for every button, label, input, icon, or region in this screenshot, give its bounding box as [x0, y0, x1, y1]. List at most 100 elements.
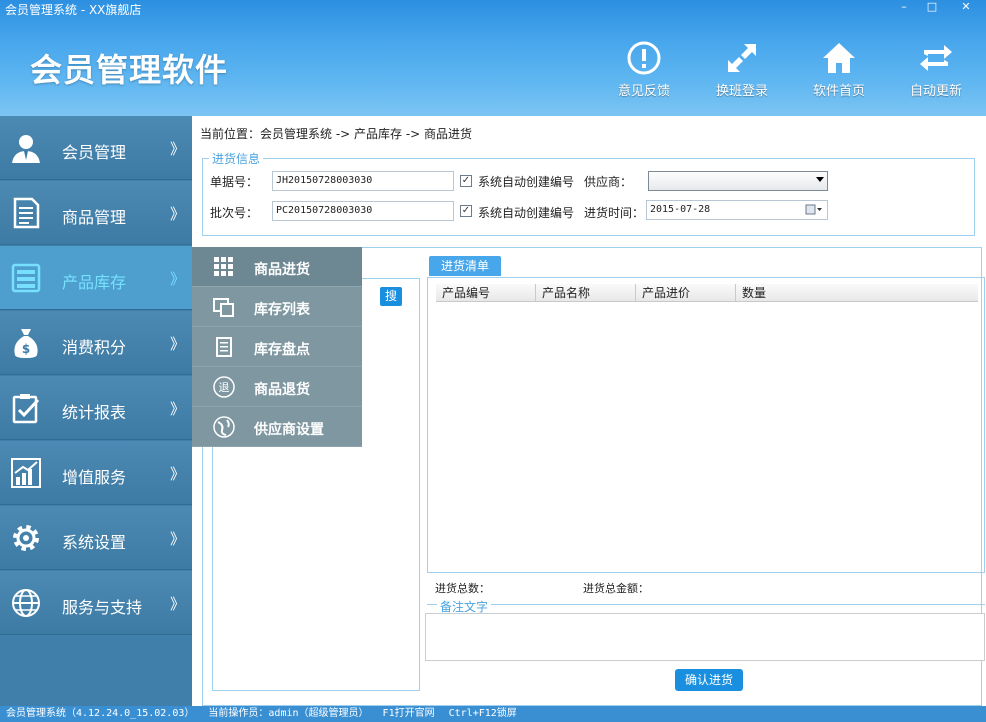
sidebar-item-label: 增值服务 — [62, 468, 127, 487]
feedback-label: 意见反馈 — [617, 84, 670, 99]
windows-icon — [213, 298, 234, 317]
chevron-down-icon — [816, 177, 824, 182]
chevron-right-icon: 》 — [170, 465, 186, 483]
total-amount-label: 进货总金额： — [583, 582, 649, 595]
total-quantity-label: 进货总数： — [435, 582, 490, 595]
order-no-field[interactable]: JH20150728003030 — [272, 171, 454, 191]
window-controls: – □ ✕ — [890, 0, 986, 16]
order-auto-create-label: 系统自动创建编号 — [478, 175, 575, 189]
sidebar-item-settings[interactable]: 系统设置 》 — [0, 506, 192, 570]
return-circle-icon: 退 — [213, 376, 235, 398]
minimize-button[interactable]: – — [890, 0, 918, 16]
home-label: 软件首页 — [812, 84, 865, 99]
sidebar-item-label: 服务与支持 — [62, 598, 143, 617]
grid-header: 产品编号 产品名称 产品进价 数量 — [436, 284, 978, 302]
chevron-right-icon: 》 — [170, 205, 186, 223]
sidebar-item-label: 产品库存 — [62, 273, 127, 292]
status-hotkey-lock: Ctrl+F12锁屏 — [448, 708, 517, 719]
supplier-select[interactable] — [648, 171, 828, 191]
purchase-time-label: 进货时间： — [584, 206, 645, 220]
batch-auto-create-label: 系统自动创建编号 — [478, 206, 575, 220]
auto-update-button[interactable]: 自动更新 — [896, 40, 976, 99]
globe-icon — [12, 589, 40, 617]
auto-update-label: 自动更新 — [909, 84, 962, 99]
batch-no-field[interactable]: PC20150728003030 — [272, 201, 454, 221]
submenu-item-label: 供应商设置 — [254, 422, 324, 438]
document-icon — [13, 197, 40, 229]
status-hotkey-website: F1打开官网 — [382, 708, 435, 719]
sidebar-item-reports[interactable]: 统计报表 》 — [0, 376, 192, 440]
submenu-item-label: 库存列表 — [254, 302, 310, 318]
status-operator: 当前操作员：admin（超级管理员） — [208, 708, 369, 719]
sidebar-item-label: 系统设置 — [62, 533, 127, 552]
sidebar-item-member[interactable]: 会员管理 》 — [0, 116, 192, 180]
chevron-right-icon: 》 — [170, 140, 186, 158]
sidebar: 会员管理 》 商品管理 》 产品库存 》 $ 消费积分 》 统计报表 》 增值服… — [0, 116, 192, 706]
svg-text:$: $ — [22, 342, 30, 356]
purchase-time-field[interactable]: 2015-07-28 — [646, 200, 828, 220]
batch-no-label: 批次号： — [210, 206, 259, 220]
note-divider — [427, 604, 985, 605]
status-version: 会员管理系统（4.12.24.0_15.02.03） — [6, 708, 195, 719]
search-button[interactable]: 搜 — [380, 287, 402, 306]
window-titlebar: 会员管理系统 - XX旗舰店 – □ ✕ — [0, 0, 986, 20]
sidebar-item-points[interactable]: $ 消费积分 》 — [0, 311, 192, 375]
refresh-icon — [920, 45, 952, 71]
grid-icon — [214, 257, 233, 276]
chevron-right-icon: 》 — [170, 400, 186, 418]
shift-login-label: 换班登录 — [715, 84, 768, 99]
maximize-button[interactable]: □ — [918, 0, 946, 16]
status-bar: 会员管理系统（4.12.24.0_15.02.03） 当前操作员：admin（超… — [0, 706, 986, 722]
batch-auto-create-checkbox[interactable]: ✓ — [460, 205, 472, 217]
column-quantity[interactable]: 数量 — [736, 284, 978, 302]
submenu-item-supplier[interactable]: 供应商设置 — [192, 407, 362, 447]
sidebar-item-label: 商品管理 — [62, 208, 127, 227]
order-no-label: 单据号： — [210, 175, 259, 189]
shift-login-button[interactable]: 换班登录 — [702, 40, 782, 99]
feedback-button[interactable]: 意见反馈 — [604, 40, 684, 99]
submenu-item-label: 商品进货 — [254, 262, 310, 278]
sidebar-item-label: 会员管理 — [62, 143, 127, 162]
close-button[interactable]: ✕ — [946, 0, 986, 16]
purchase-info-group: 进货信息 — [202, 150, 975, 236]
money-bag-icon: $ — [14, 329, 38, 358]
sidebar-item-goods[interactable]: 商品管理 》 — [0, 181, 192, 245]
supplier-label: 供应商： — [584, 175, 633, 189]
submenu-item-stock-check[interactable]: 库存盘点 — [192, 327, 362, 367]
window-title: 会员管理系统 - XX旗舰店 — [5, 3, 142, 17]
submenu-item-label: 库存盘点 — [254, 342, 310, 358]
inventory-submenu: 商品进货 库存列表 库存盘点 退 商品退货 供应商设置 — [192, 247, 362, 447]
order-auto-create-checkbox[interactable]: ✓ — [460, 175, 472, 187]
expand-arrows-icon — [728, 44, 756, 72]
home-button[interactable]: 软件首页 — [799, 40, 879, 99]
clipboard-check-icon — [12, 394, 40, 424]
globe-swirl-icon — [213, 416, 235, 438]
cabinet-icon — [11, 263, 41, 293]
purchase-list-grid: 产品编号 产品名称 产品进价 数量 — [427, 277, 985, 573]
home-icon — [823, 43, 855, 73]
tab-purchase-list[interactable]: 进货清单 — [429, 256, 501, 276]
submenu-item-return[interactable]: 退 商品退货 — [192, 367, 362, 407]
submenu-item-purchase[interactable]: 商品进货 — [192, 247, 362, 287]
svg-text:退: 退 — [219, 381, 230, 394]
exclamation-circle-icon — [627, 41, 661, 75]
chart-up-icon — [11, 458, 41, 488]
gear-icon — [13, 525, 39, 551]
column-product-cost[interactable]: 产品进价 — [636, 284, 736, 302]
column-product-name[interactable]: 产品名称 — [536, 284, 636, 302]
sidebar-item-support[interactable]: 服务与支持 》 — [0, 571, 192, 635]
purchase-info-legend: 进货信息 — [212, 152, 261, 166]
breadcrumb: 当前位置：会员管理系统 -> 产品库存 -> 商品进货 — [200, 127, 473, 141]
note-textarea[interactable] — [425, 613, 985, 661]
sidebar-item-label: 消费积分 — [62, 338, 127, 357]
calendar-dropdown-icon[interactable] — [805, 204, 823, 216]
sidebar-item-inventory[interactable]: 产品库存 》 — [0, 246, 192, 310]
sidebar-item-label: 统计报表 — [62, 403, 127, 422]
column-product-code[interactable]: 产品编号 — [436, 284, 536, 302]
submenu-item-stock-list[interactable]: 库存列表 — [192, 287, 362, 327]
sidebar-item-value-added[interactable]: 增值服务 》 — [0, 441, 192, 505]
user-icon — [12, 135, 40, 163]
confirm-purchase-button[interactable]: 确认进货 — [675, 669, 743, 691]
app-title: 会员管理软件 — [30, 51, 229, 89]
chevron-right-icon: 》 — [170, 335, 186, 353]
